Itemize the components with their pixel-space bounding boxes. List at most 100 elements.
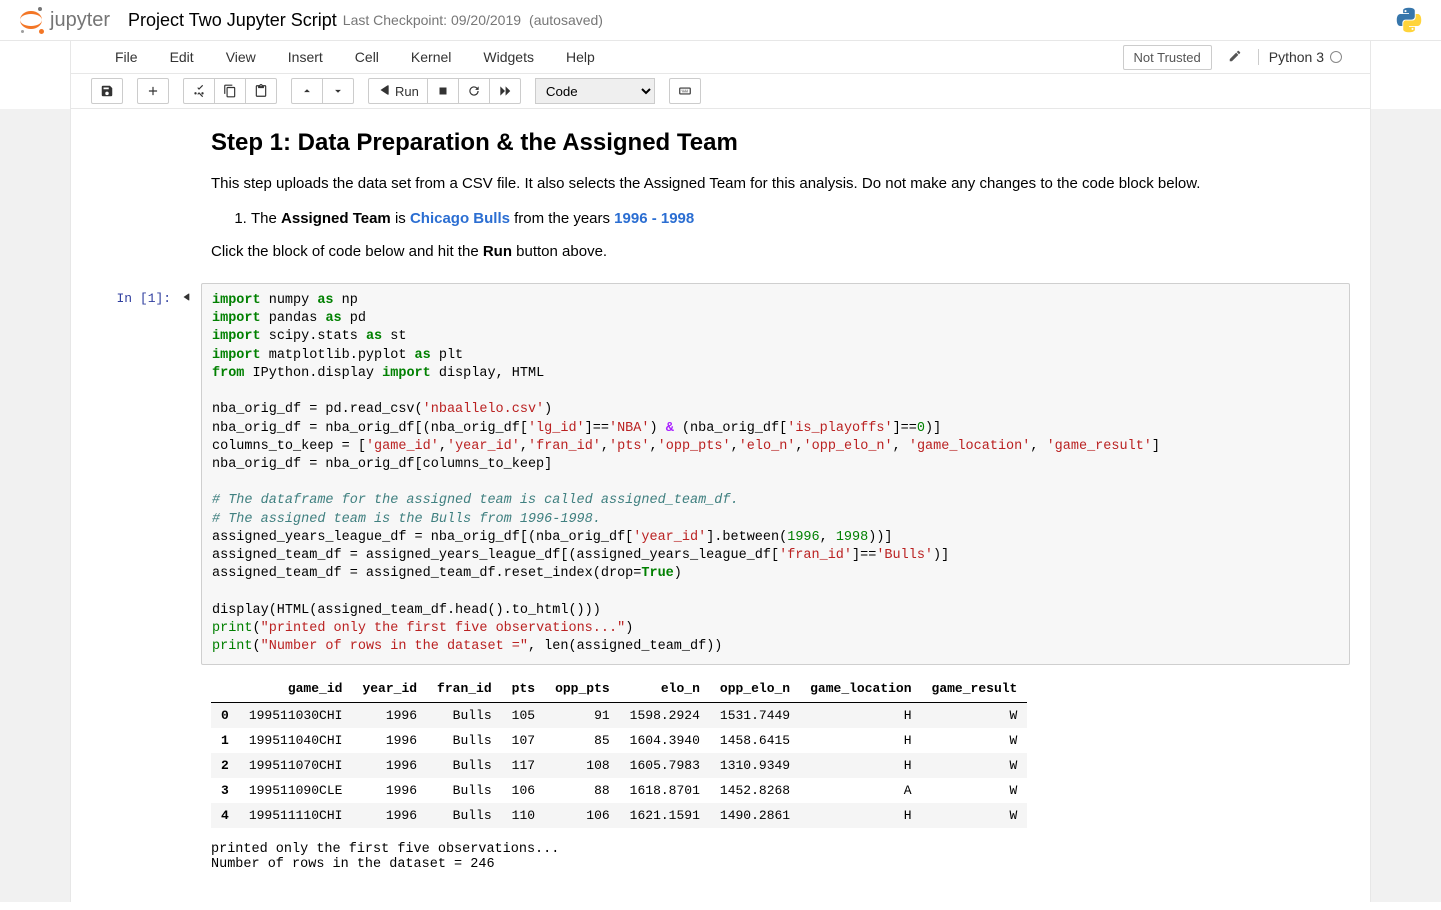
table-cell: Bulls — [427, 778, 502, 803]
table-cell: W — [922, 728, 1028, 753]
menu-edit[interactable]: Edit — [154, 41, 210, 73]
table-row: 4199511110CHI1996Bulls1101061621.1591149… — [211, 803, 1027, 828]
restart-button[interactable] — [458, 78, 490, 104]
table-cell: 91 — [545, 703, 620, 729]
table-cell: 117 — [502, 753, 545, 778]
table-cell: 106 — [545, 803, 620, 828]
move-up-button[interactable] — [291, 78, 323, 104]
run-cell-icon[interactable] — [181, 289, 191, 305]
table-cell: Bulls — [427, 803, 502, 828]
table-header: elo_n — [620, 675, 710, 703]
table-row: 3199511090CLE1996Bulls106881618.87011452… — [211, 778, 1027, 803]
table-cell: A — [800, 778, 921, 803]
kernel-status[interactable]: Python 3 — [1258, 49, 1342, 65]
table-cell: 1605.7983 — [620, 753, 710, 778]
run-instruction: Click the block of code below and hit th… — [211, 241, 1271, 264]
table-cell: 199511110CHI — [239, 803, 353, 828]
move-down-button[interactable] — [322, 78, 354, 104]
table-cell: H — [800, 803, 921, 828]
header-bar: jupyter Project Two Jupyter Script Last … — [0, 0, 1441, 40]
table-cell: W — [922, 703, 1028, 729]
table-cell: 1996 — [352, 778, 427, 803]
code-input-area[interactable]: import numpy as np import pandas as pd i… — [201, 283, 1350, 665]
table-cell: 105 — [502, 703, 545, 729]
run-icon — [377, 83, 391, 100]
paste-button[interactable] — [245, 78, 277, 104]
table-cell: H — [800, 753, 921, 778]
output-dataframe-table: game_idyear_idfran_idptsopp_ptselo_nopp_… — [211, 675, 1027, 828]
table-cell: 85 — [545, 728, 620, 753]
table-cell: 1458.6415 — [710, 728, 800, 753]
menu-cell[interactable]: Cell — [339, 41, 395, 73]
table-cell: 1996 — [352, 753, 427, 778]
jupyter-logo[interactable]: jupyter — [18, 7, 110, 33]
run-button[interactable]: Run — [368, 78, 428, 104]
table-cell: 1621.1591 — [620, 803, 710, 828]
interrupt-button[interactable] — [427, 78, 459, 104]
table-cell: W — [922, 753, 1028, 778]
output-stdout: printed only the first five observations… — [211, 842, 1350, 872]
output-cell: game_idyear_idfran_idptsopp_ptselo_nopp_… — [211, 675, 1350, 872]
assigned-team-years: 1996 - 1998 — [614, 210, 694, 227]
menu-widgets[interactable]: Widgets — [467, 41, 550, 73]
python-icon — [1395, 6, 1423, 34]
markdown-cell[interactable]: Step 1: Data Preparation & the Assigned … — [211, 129, 1271, 263]
table-cell: 199511040CHI — [239, 728, 353, 753]
cell-type-select[interactable]: Code — [535, 78, 655, 104]
menubar: File Edit View Insert Cell Kernel Widget… — [70, 41, 1371, 74]
not-trusted-button[interactable]: Not Trusted — [1123, 45, 1212, 70]
step-heading: Step 1: Data Preparation & the Assigned … — [211, 129, 1271, 157]
menu-file[interactable]: File — [99, 41, 154, 73]
kernel-idle-icon — [1330, 51, 1342, 63]
jupyter-logo-text: jupyter — [50, 9, 110, 32]
table-header: game_result — [922, 675, 1028, 703]
save-button[interactable] — [91, 78, 123, 104]
notebook-title[interactable]: Project Two Jupyter Script — [128, 10, 337, 31]
cut-button[interactable] — [183, 78, 215, 104]
table-cell: 1996 — [352, 703, 427, 729]
kernel-name: Python 3 — [1269, 49, 1324, 65]
table-cell: 2 — [211, 753, 239, 778]
table-cell: 199511090CLE — [239, 778, 353, 803]
table-cell: H — [800, 728, 921, 753]
menu-insert[interactable]: Insert — [272, 41, 339, 73]
toolbar: Run Code — [70, 74, 1371, 109]
copy-button[interactable] — [214, 78, 246, 104]
autosaved-text: (autosaved) — [529, 12, 603, 28]
jupyter-icon — [18, 7, 44, 33]
table-header: game_location — [800, 675, 921, 703]
table-header: pts — [502, 675, 545, 703]
insert-cell-button[interactable] — [137, 78, 169, 104]
table-cell: Bulls — [427, 703, 502, 729]
table-header: year_id — [352, 675, 427, 703]
menu-help[interactable]: Help — [550, 41, 611, 73]
table-cell: 1 — [211, 728, 239, 753]
command-palette-button[interactable] — [669, 78, 701, 104]
edit-icon[interactable] — [1222, 47, 1248, 68]
table-cell: 1310.9349 — [710, 753, 800, 778]
code-cell-1[interactable]: In [1]: import numpy as np import pandas… — [91, 283, 1350, 665]
table-cell: 88 — [545, 778, 620, 803]
table-cell: 110 — [502, 803, 545, 828]
table-cell: W — [922, 803, 1028, 828]
table-header: game_id — [239, 675, 353, 703]
table-row: 2199511070CHI1996Bulls1171081605.7983131… — [211, 753, 1027, 778]
notebook-container: Step 1: Data Preparation & the Assigned … — [0, 109, 1441, 902]
run-label: Run — [395, 84, 419, 99]
restart-run-all-button[interactable] — [489, 78, 521, 104]
table-cell: 107 — [502, 728, 545, 753]
table-cell: 106 — [502, 778, 545, 803]
table-row: 0199511030CHI1996Bulls105911598.29241531… — [211, 703, 1027, 729]
table-cell: 1604.3940 — [620, 728, 710, 753]
input-prompt: In [1]: — [117, 291, 172, 306]
table-cell: W — [922, 778, 1028, 803]
table-cell: 199511030CHI — [239, 703, 353, 729]
table-cell: 1598.2924 — [620, 703, 710, 729]
table-row: 1199511040CHI1996Bulls107851604.39401458… — [211, 728, 1027, 753]
step-description: This step uploads the data set from a CS… — [211, 173, 1271, 196]
table-header — [211, 675, 239, 703]
menu-kernel[interactable]: Kernel — [395, 41, 467, 73]
assigned-team-name: Chicago Bulls — [410, 210, 510, 227]
menu-view[interactable]: View — [210, 41, 272, 73]
table-cell: 0 — [211, 703, 239, 729]
